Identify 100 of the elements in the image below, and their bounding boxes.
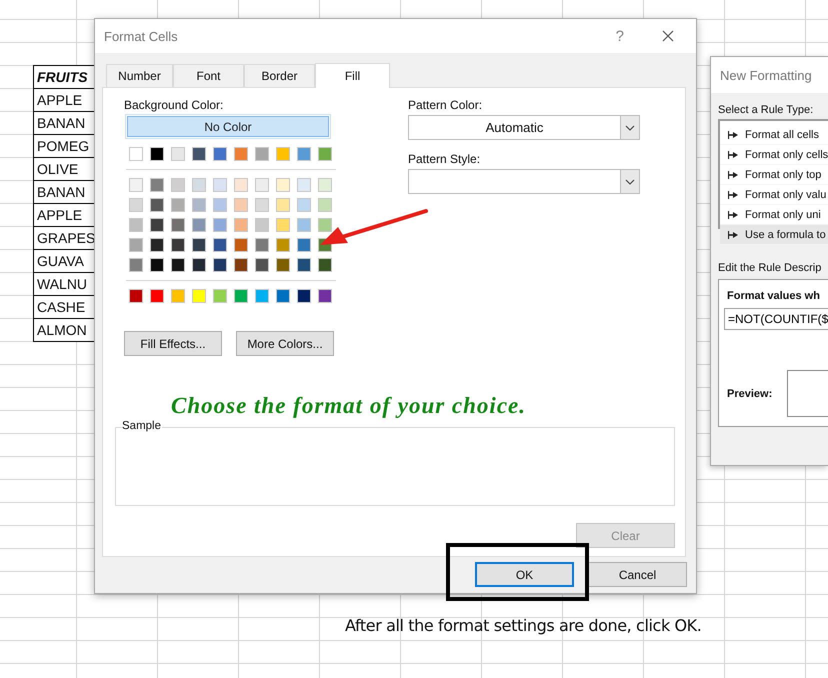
color-swatch[interactable] <box>129 238 143 252</box>
rule-type-item[interactable]: Format only top <box>720 165 828 185</box>
color-swatch[interactable] <box>297 289 311 303</box>
color-swatch[interactable] <box>129 147 143 161</box>
rule-type-item[interactable]: Format only valu <box>720 185 828 205</box>
help-button[interactable]: ? <box>612 28 628 44</box>
color-swatch[interactable] <box>297 178 311 192</box>
color-swatch[interactable] <box>255 198 269 212</box>
color-swatch[interactable] <box>255 238 269 252</box>
preview-box <box>787 370 828 417</box>
color-swatch[interactable] <box>234 178 248 192</box>
color-swatch[interactable] <box>150 258 164 272</box>
arrow-icon <box>728 170 739 178</box>
color-swatch[interactable] <box>192 178 206 192</box>
pattern-color-dropdown[interactable]: Automatic <box>408 115 640 140</box>
color-swatch[interactable] <box>318 258 332 272</box>
annotation-caption: Choose the format of your choice. <box>171 393 526 419</box>
no-color-button[interactable]: No Color <box>127 116 329 137</box>
color-swatch[interactable] <box>297 238 311 252</box>
color-swatch[interactable] <box>255 289 269 303</box>
color-swatch[interactable] <box>150 178 164 192</box>
color-swatch[interactable] <box>150 289 164 303</box>
color-swatch[interactable] <box>234 238 248 252</box>
window-title: New Formatting <box>720 68 812 82</box>
color-swatch[interactable] <box>192 238 206 252</box>
formula-field[interactable]: =NOT(COUNTIF($ <box>724 308 828 330</box>
close-icon <box>662 30 674 42</box>
annotation-note: After all the format settings are done, click OK. <box>345 616 702 635</box>
tab[interactable]: Border <box>244 64 315 87</box>
color-swatch[interactable] <box>150 218 164 232</box>
color-swatch[interactable] <box>318 178 332 192</box>
color-swatch[interactable] <box>129 198 143 212</box>
color-swatch[interactable] <box>276 178 290 192</box>
color-swatch[interactable] <box>276 218 290 232</box>
tab[interactable]: Font <box>173 64 244 87</box>
color-swatch[interactable] <box>213 198 227 212</box>
color-swatch[interactable] <box>150 147 164 161</box>
color-swatch[interactable] <box>255 258 269 272</box>
color-swatch[interactable] <box>234 198 248 212</box>
color-swatch[interactable] <box>213 238 227 252</box>
fill-effects-button[interactable]: Fill Effects... <box>124 331 222 356</box>
color-swatch[interactable] <box>171 198 185 212</box>
color-swatch[interactable] <box>192 147 206 161</box>
color-swatch[interactable] <box>276 198 290 212</box>
color-swatch[interactable] <box>297 198 311 212</box>
color-swatch[interactable] <box>234 147 248 161</box>
arrow-icon <box>728 130 739 138</box>
color-swatch[interactable] <box>318 147 332 161</box>
tab[interactable]: Fill <box>315 63 390 88</box>
rule-type-item[interactable]: Format only cells <box>720 145 828 165</box>
color-swatch[interactable] <box>129 289 143 303</box>
color-swatch[interactable] <box>318 218 332 232</box>
color-swatch[interactable] <box>213 218 227 232</box>
color-swatch[interactable] <box>150 238 164 252</box>
color-swatch[interactable] <box>213 147 227 161</box>
color-swatch[interactable] <box>318 289 332 303</box>
rule-type-item[interactable]: Format all cells <box>720 125 828 145</box>
color-swatch[interactable] <box>213 258 227 272</box>
color-swatch[interactable] <box>297 147 311 161</box>
color-swatch[interactable] <box>192 218 206 232</box>
field-label: Background Color: <box>124 98 224 112</box>
ok-button[interactable]: OK <box>475 562 574 587</box>
window-title: Format Cells <box>104 28 179 44</box>
color-swatch[interactable] <box>150 198 164 212</box>
color-swatch[interactable] <box>192 258 206 272</box>
color-swatch[interactable] <box>255 178 269 192</box>
color-swatch[interactable] <box>255 147 269 161</box>
color-swatch[interactable] <box>171 218 185 232</box>
color-swatch[interactable] <box>213 178 227 192</box>
tab[interactable]: Number <box>106 64 173 87</box>
color-swatch[interactable] <box>171 147 185 161</box>
color-swatch[interactable] <box>255 218 269 232</box>
pattern-style-dropdown[interactable] <box>408 169 640 194</box>
color-swatch[interactable] <box>171 258 185 272</box>
color-swatch[interactable] <box>276 238 290 252</box>
color-swatch[interactable] <box>192 289 206 303</box>
color-swatch[interactable] <box>234 289 248 303</box>
color-swatch[interactable] <box>276 289 290 303</box>
color-swatch[interactable] <box>129 258 143 272</box>
cancel-button[interactable]: Cancel <box>588 562 687 587</box>
rule-type-item[interactable]: Use a formula to <box>720 225 828 245</box>
color-swatch[interactable] <box>192 198 206 212</box>
color-swatch[interactable] <box>171 238 185 252</box>
color-swatch[interactable] <box>276 258 290 272</box>
group-label: Sample <box>122 420 162 432</box>
color-swatch[interactable] <box>171 289 185 303</box>
item-label: Format only top <box>745 168 822 180</box>
more-colors-button[interactable]: More Colors... <box>236 331 334 356</box>
color-swatch[interactable] <box>213 289 227 303</box>
color-swatch[interactable] <box>129 218 143 232</box>
arrow-icon <box>728 210 739 218</box>
color-swatch[interactable] <box>276 147 290 161</box>
color-swatch[interactable] <box>297 218 311 232</box>
color-swatch[interactable] <box>318 198 332 212</box>
chevron-down-icon <box>625 178 635 184</box>
color-swatch[interactable] <box>171 178 185 192</box>
color-swatch[interactable] <box>129 178 143 192</box>
color-swatch[interactable] <box>234 258 248 272</box>
color-swatch[interactable] <box>234 218 248 232</box>
color-swatch[interactable] <box>297 258 311 272</box>
